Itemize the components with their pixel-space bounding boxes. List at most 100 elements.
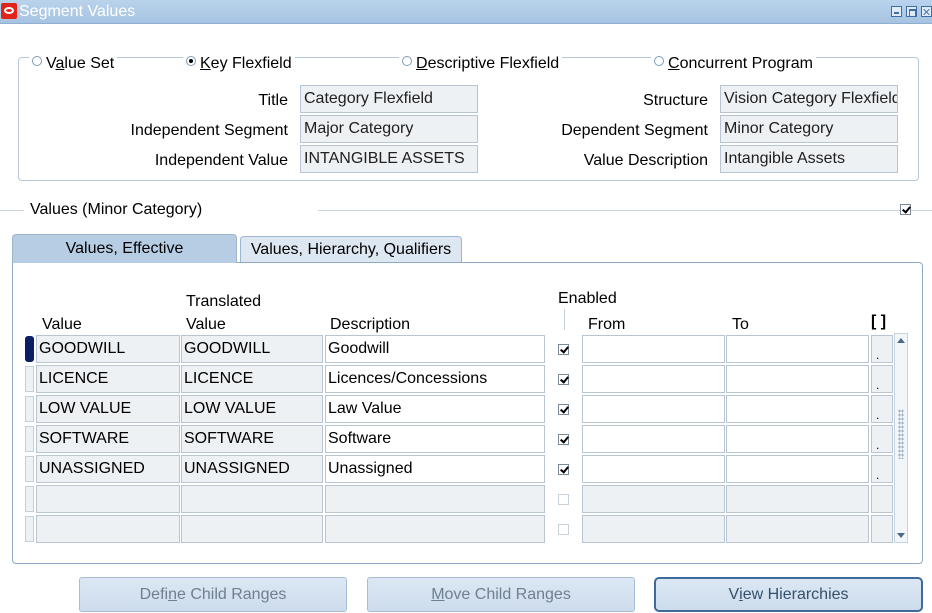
structure-field[interactable]: Vision Category Flexfield [720,85,898,113]
independent-segment-label: Independent Segment [130,122,288,139]
description-cell[interactable] [325,515,545,543]
to-date-cell[interactable] [726,395,869,423]
description-cell[interactable] [325,485,545,513]
independent-value-label: Independent Value [154,152,288,169]
value-description-label: Value Description [583,152,708,169]
radio-value-set[interactable]: Value Set [29,55,118,73]
value-description-field[interactable]: Intangible Assets [720,145,898,173]
radio-descriptive-flexfield[interactable]: Descriptive Flexfield [399,55,563,73]
maximize-icon[interactable] [906,6,917,17]
row-selector[interactable] [25,516,34,542]
oracle-logo-icon [1,3,17,19]
enabled-checkbox[interactable] [558,464,569,475]
view-hierarchies-button[interactable]: Vi ew Hierarchies [654,577,923,612]
title-bar: Segment Values [0,0,932,24]
col-header-enabled: Enabled [558,290,617,307]
value-cell[interactable]: LICENCE [36,365,180,393]
enabled-checkbox[interactable] [558,374,569,385]
value-cell[interactable] [36,515,180,543]
description-cell[interactable]: Goodwill [325,335,545,363]
scroll-up-icon[interactable] [897,338,905,343]
row-selector[interactable] [25,426,34,452]
value-cell[interactable] [36,485,180,513]
row-flexfield-cell[interactable] [871,515,893,543]
title-field[interactable]: Category Flexfield [300,85,478,113]
translated-value-cell[interactable]: UNASSIGNED [181,455,323,483]
to-date-cell[interactable] [726,455,869,483]
dependent-segment-label: Dependent Segment [561,122,708,139]
radio-dot-icon [402,56,412,66]
structure-label: Structure [643,92,708,109]
col-header-descriptive-flexfield: [ ] [871,313,887,330]
value-cell[interactable]: GOODWILL [36,335,180,363]
tab-values-effective[interactable]: Values, Effective [12,234,237,263]
value-cell[interactable]: UNASSIGNED [36,455,180,483]
tab-values-hierarchy-qualifiers[interactable]: Values, Hierarchy, Qualifiers [240,236,462,262]
description-cell[interactable]: Law Value [325,395,545,423]
col-header-to: To [732,316,749,333]
move-child-ranges-button[interactable]: Move Child Ranges [367,577,635,612]
to-date-cell[interactable] [726,365,869,393]
radio-concurrent-program[interactable]: Concurrent Program [651,55,816,73]
section-checkbox[interactable] [900,204,911,215]
independent-value-field[interactable]: INTANGIBLE ASSETS [300,145,478,173]
from-date-cell[interactable] [582,455,725,483]
translated-value-cell[interactable] [181,515,323,543]
from-date-cell[interactable] [582,425,725,453]
row-flexfield-cell[interactable]: . [871,455,893,483]
col-header-translated-value: Value [186,316,226,333]
window-title: Segment Values [19,3,136,20]
row-flexfield-cell[interactable]: . [871,395,893,423]
row-selector[interactable] [25,396,34,422]
to-date-cell[interactable] [726,515,869,543]
translated-value-cell[interactable] [181,485,323,513]
table-scrollbar[interactable] [894,333,908,543]
description-cell[interactable]: Unassigned [325,455,545,483]
independent-segment-field[interactable]: Major Category [300,115,478,143]
minimize-icon[interactable] [891,6,902,17]
scroll-down-icon[interactable] [897,533,905,538]
radio-dot-icon [32,56,42,66]
row-selector[interactable] [25,336,34,362]
row-flexfield-cell[interactable]: . [871,365,893,393]
row-flexfield-cell[interactable] [871,485,893,513]
description-cell[interactable]: Software [325,425,545,453]
row-selector[interactable] [25,486,34,512]
enabled-divider [564,309,565,330]
row-flexfield-cell[interactable]: . [871,425,893,453]
to-date-cell[interactable] [726,335,869,363]
enabled-checkbox[interactable] [558,524,569,535]
row-selector[interactable] [25,456,34,482]
enabled-checkbox[interactable] [558,344,569,355]
close-icon[interactable] [921,6,932,17]
to-date-cell[interactable] [726,485,869,513]
section-separator [318,210,932,211]
scroll-grip-icon [898,409,904,459]
col-header-from: From [588,316,626,333]
dependent-segment-field[interactable]: Minor Category [720,115,898,143]
translated-value-cell[interactable]: LICENCE [181,365,323,393]
row-flexfield-cell[interactable]: . [871,335,893,363]
enabled-checkbox[interactable] [558,434,569,445]
from-date-cell[interactable] [582,365,725,393]
from-date-cell[interactable] [582,335,725,363]
translated-value-cell[interactable]: SOFTWARE [181,425,323,453]
row-selector[interactable] [25,366,34,392]
col-header-translated: Translated [186,293,261,310]
description-cell[interactable]: Licences/Concessions [325,365,545,393]
enabled-checkbox[interactable] [558,494,569,505]
section-separator [0,210,24,211]
translated-value-cell[interactable]: GOODWILL [181,335,323,363]
value-cell[interactable]: SOFTWARE [36,425,180,453]
from-date-cell[interactable] [582,485,725,513]
from-date-cell[interactable] [582,395,725,423]
radio-dot-icon [654,56,664,66]
enabled-checkbox[interactable] [558,404,569,415]
value-cell[interactable]: LOW VALUE [36,395,180,423]
translated-value-cell[interactable]: LOW VALUE [181,395,323,423]
radio-key-flexfield[interactable]: Key Flexfield [183,55,295,73]
from-date-cell[interactable] [582,515,725,543]
to-date-cell[interactable] [726,425,869,453]
col-header-description: Description [330,316,411,333]
define-child-ranges-button[interactable]: Defi n e Child Ranges [79,577,347,612]
